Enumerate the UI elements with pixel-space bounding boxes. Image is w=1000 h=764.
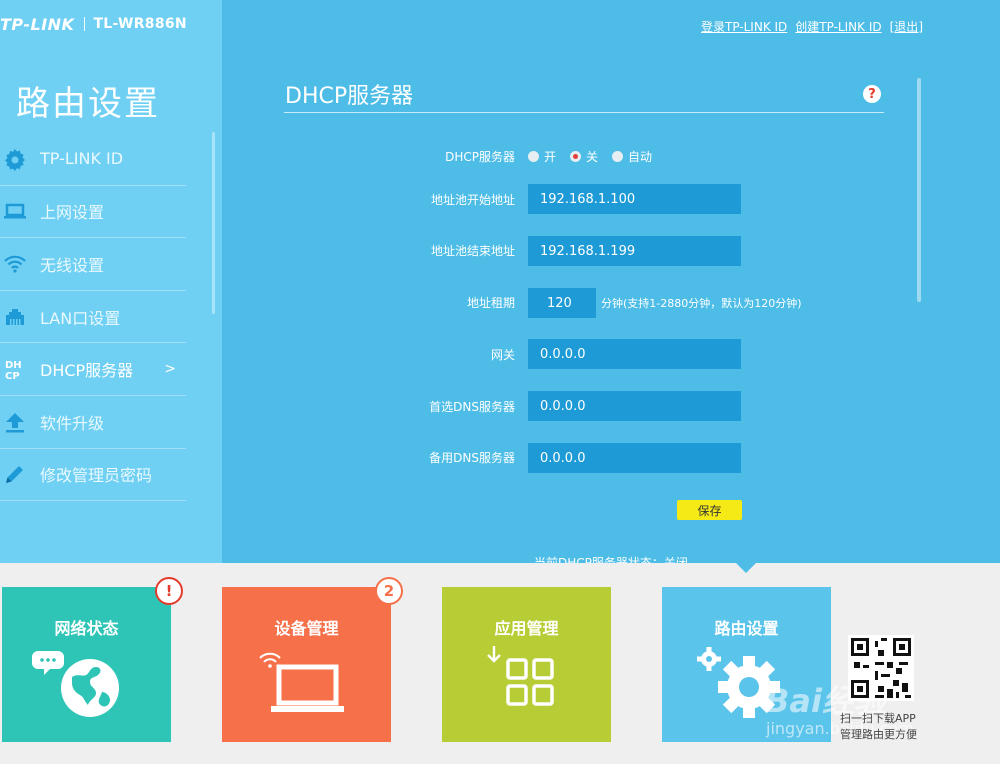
sidebar-item-wireless[interactable]: 无线设置	[0, 238, 186, 291]
sidebar-item-dhcp[interactable]: DH CP DHCP服务器 >	[0, 343, 186, 396]
device-count-badge: 2	[375, 577, 403, 605]
logo-divider	[84, 17, 86, 31]
model-name: TL-WR886N	[93, 16, 187, 32]
tile-device-management[interactable]: 设备管理 2	[222, 577, 403, 742]
page-title: DHCP服务器	[285, 84, 414, 109]
sidebar-item-label: 软件升级	[40, 413, 105, 433]
svg-text:CP: CP	[5, 371, 20, 381]
radio-label: 自动	[628, 150, 653, 164]
radio-label: 关	[586, 150, 599, 164]
sidebar-menu: TP-LINK ID 上网设置 无线设置 LAN口设置 DH CP DHCP服务…	[0, 133, 186, 502]
laptop-wifi-icon	[222, 642, 391, 742]
sidebar: TP-LINK TL-WR886N 路由设置 TP-LINK ID 上网设置 无…	[0, 0, 222, 563]
sidebar-item-tplink-id[interactable]: TP-LINK ID	[0, 133, 186, 186]
ethernet-port-icon	[1, 303, 29, 331]
dhcp-status-text: 当前DHCP服务器状态：关闭	[534, 556, 688, 563]
section-title: 路由设置	[16, 84, 160, 124]
title-divider	[284, 112, 884, 113]
tile-label: 应用管理	[494, 619, 559, 638]
qr-caption-line: 管理路由更方便	[840, 728, 917, 741]
primary-dns-label: 首选DNS服务器	[429, 400, 515, 414]
login-tplink-id-link[interactable]: 登录TP-LINK ID	[701, 18, 787, 35]
active-tile-pointer	[736, 563, 756, 573]
tile-label: 网络状态	[54, 619, 119, 638]
svg-text:DH: DH	[5, 360, 22, 371]
save-button[interactable]: 保存	[677, 500, 742, 520]
secondary-dns-label: 备用DNS服务器	[429, 451, 515, 465]
tile-network-status[interactable]: 网络状态 !	[2, 577, 183, 742]
dhcp-auto-radio[interactable]: 自动	[612, 148, 652, 165]
chevron-right-icon: >	[164, 361, 176, 378]
dhcp-mode-radio-group: 开 关 自动	[528, 148, 652, 165]
globe-chat-icon	[2, 642, 171, 742]
sidebar-item-label: LAN口设置	[40, 308, 121, 328]
lease-time-input[interactable]: 120	[528, 288, 596, 318]
sidebar-item-lan[interactable]: LAN口设置	[0, 291, 186, 344]
gear-icon	[1, 145, 29, 173]
tile-label: 路由设置	[714, 619, 779, 638]
secondary-dns-input[interactable]: 0.0.0.0	[528, 443, 741, 473]
wifi-icon	[1, 250, 29, 278]
brand-name: TP-LINK	[0, 14, 75, 34]
sidebar-item-admin-password[interactable]: 修改管理员密码	[0, 449, 186, 502]
lease-time-hint: 分钟(支持1-2880分钟，默认为120分钟)	[601, 297, 802, 310]
content-scrollbar[interactable]	[917, 78, 921, 302]
radio-dot-selected	[570, 151, 582, 162]
sidebar-item-label: TP-LINK ID	[40, 149, 124, 169]
pool-start-label: 地址池开始地址	[430, 193, 515, 207]
radio-dot	[612, 151, 624, 162]
dhcp-icon: DH CP	[1, 355, 29, 383]
create-tplink-id-link[interactable]: 创建TP-LINK ID	[795, 18, 881, 35]
pool-end-label: 地址池结束地址	[430, 244, 515, 258]
radio-dot	[528, 151, 539, 162]
sidebar-item-internet[interactable]: 上网设置	[0, 186, 186, 239]
logout-label: 退出	[894, 20, 919, 34]
upload-icon	[1, 408, 29, 436]
sidebar-item-label: 修改管理员密码	[40, 466, 153, 486]
dhcp-server-label: DHCP服务器	[445, 150, 515, 164]
sidebar-item-label: 无线设置	[40, 255, 105, 275]
gateway-label: 网关	[490, 348, 515, 362]
sidebar-item-label: DHCP服务器	[40, 361, 134, 381]
laptop-icon	[1, 197, 29, 225]
tile-app-management[interactable]: 应用管理	[442, 587, 611, 742]
dhcp-off-radio[interactable]: 关	[570, 148, 598, 165]
sidebar-item-upgrade[interactable]: 软件升级	[0, 396, 186, 449]
primary-dns-input[interactable]: 0.0.0.0	[528, 391, 741, 421]
pool-end-input[interactable]: 192.168.1.199	[528, 236, 741, 266]
tplink-logo: TP-LINK TL-WR886N	[0, 12, 187, 36]
gateway-input[interactable]: 0.0.0.0	[528, 339, 741, 369]
qr-code-image	[848, 635, 914, 701]
sidebar-item-label: 上网设置	[40, 203, 105, 223]
radio-label: 开	[544, 150, 557, 164]
qr-caption-line: 扫一扫下载APP	[840, 712, 916, 725]
help-icon[interactable]: ?	[863, 85, 881, 103]
alert-badge: !	[155, 577, 183, 605]
pool-start-input[interactable]: 192.168.1.100	[528, 184, 741, 214]
main-top-area: TP-LINK TL-WR886N 路由设置 TP-LINK ID 上网设置 无…	[0, 0, 1000, 563]
sidebar-scrollbar[interactable]	[212, 132, 215, 314]
header-links: 登录TP-LINK ID 创建TP-LINK ID [退出]	[701, 18, 923, 35]
lease-time-label: 地址租期	[466, 296, 515, 310]
pencil-icon	[1, 460, 29, 488]
logout-link[interactable]: [退出]	[890, 18, 923, 35]
qr-caption: 扫一扫下载APP 管理路由更方便	[840, 711, 930, 743]
apps-grid-icon	[442, 642, 611, 742]
tile-label: 设备管理	[274, 619, 339, 638]
dhcp-on-radio[interactable]: 开	[528, 148, 556, 165]
